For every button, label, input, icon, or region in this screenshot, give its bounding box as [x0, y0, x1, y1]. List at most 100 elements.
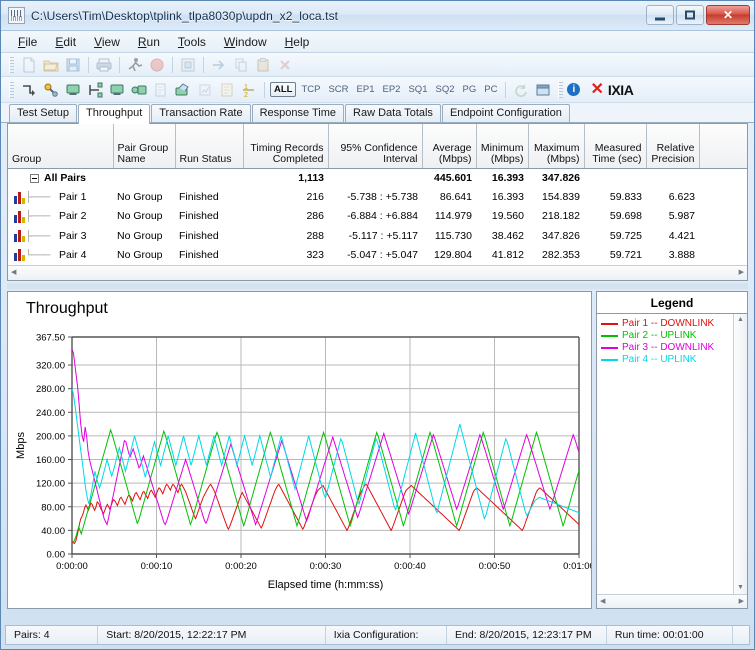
info-icon[interactable]: i	[567, 83, 581, 96]
tab-raw-data-totals[interactable]: Raw Data Totals	[345, 104, 441, 123]
menu-item-edit[interactable]: Edit	[46, 33, 85, 51]
legend-item-0[interactable]: Pair 1 -- DOWNLINK	[601, 318, 733, 330]
maximize-button[interactable]	[676, 5, 704, 25]
table-header-cell-2[interactable]: Run Status	[175, 124, 244, 169]
filter-all[interactable]: ALL	[270, 82, 297, 97]
pair-config-icon[interactable]	[42, 81, 60, 99]
table-header-cell-9[interactable]: Relative Precision	[646, 124, 700, 169]
filter-sq2[interactable]: SQ2	[432, 83, 457, 96]
filter-sq1[interactable]: SQ1	[405, 83, 430, 96]
summary-cell-timing_records: 1,113	[298, 171, 324, 184]
legend-label: Pair 1 -- DOWNLINK	[622, 318, 715, 329]
paste-icon[interactable]	[254, 56, 272, 74]
tab-test-setup[interactable]: Test Setup	[9, 104, 77, 123]
table-header-cell-5[interactable]: Average (Mbps)	[422, 124, 477, 169]
bar-chart-row-icon[interactable]	[14, 210, 25, 223]
menu-item-tools[interactable]: Tools	[169, 33, 215, 51]
toolbar-grip[interactable]	[9, 56, 14, 73]
edit-script-icon[interactable]	[152, 81, 170, 99]
y-tick-label: 320.00	[36, 361, 65, 372]
go-to-icon[interactable]	[210, 56, 228, 74]
table-row[interactable]: ├─── Pair 1 No Group Finished 216 -5.738 : +5…	[8, 188, 747, 207]
summary-cell-relative_precision	[646, 168, 699, 188]
report-icon[interactable]	[218, 81, 236, 99]
table-header-cell-1[interactable]: Pair Group Name	[113, 124, 176, 169]
save-disk-icon[interactable]	[64, 56, 82, 74]
table-row[interactable]: ├─── Pair 3 No Group Finished 288 -5.117 : +5…	[8, 226, 747, 245]
menu-item-help[interactable]: Help	[276, 33, 319, 51]
endpoint2-icon[interactable]	[108, 81, 126, 99]
expander-icon[interactable]	[30, 173, 39, 183]
chart-icon[interactable]	[196, 81, 214, 99]
copy-icon[interactable]	[232, 56, 250, 74]
filter-pg[interactable]: PG	[460, 83, 480, 96]
pair-icon[interactable]	[20, 81, 38, 99]
refresh-icon[interactable]	[512, 81, 530, 99]
table-header-cell-8[interactable]: Measured Time (sec)	[584, 124, 647, 169]
stop-test-icon[interactable]	[148, 56, 166, 74]
legend-panel: Legend Pair 1 -- DOWNLINK Pair 2 -- UPLIN…	[596, 291, 748, 609]
legend-label: Pair 4 -- UPLINK	[622, 354, 697, 365]
toolbar-separator	[505, 81, 507, 98]
bar-chart-row-icon[interactable]	[14, 230, 25, 243]
endpoint1-icon[interactable]	[64, 81, 82, 99]
script-config-icon[interactable]	[174, 81, 192, 99]
toolbar-grip[interactable]	[558, 81, 564, 98]
table-summary-row[interactable]: All Pairs 1,113 445.601 16.393 347.826	[8, 168, 747, 188]
filter-pc[interactable]: PC	[481, 83, 500, 96]
chart-title: Throughput	[26, 300, 108, 317]
table-row[interactable]: └─── Pair 4 No Group Finished 323 -5.047 : +5…	[8, 246, 747, 265]
bar-chart-row-icon[interactable]	[14, 191, 25, 204]
menu-item-file[interactable]: File	[9, 33, 46, 51]
run-test-icon[interactable]	[126, 56, 144, 74]
filter-tcp[interactable]: TCP	[298, 83, 323, 96]
tree-branch-line: ├───	[25, 211, 50, 223]
table-header-cell-0[interactable]: Group	[8, 124, 114, 169]
table-row[interactable]: ├─── Pair 2 No Group Finished 286 -6.884 : +6…	[8, 207, 747, 226]
legend-item-3[interactable]: Pair 4 -- UPLINK	[601, 354, 733, 366]
filter-ep2[interactable]: EP2	[380, 83, 404, 96]
table-header-cell-7[interactable]: Maximum (Mbps)	[528, 124, 585, 169]
scroll-down-icon[interactable]: ▼	[737, 584, 744, 592]
sequence-icon[interactable]: 12	[240, 81, 258, 99]
toolbar-grip[interactable]	[9, 81, 14, 98]
tab-transaction-rate[interactable]: Transaction Rate	[151, 104, 251, 123]
legend-vertical-scrollbar[interactable]: ▲ ▼	[733, 314, 747, 594]
properties-icon[interactable]	[179, 56, 197, 74]
cell-measured_time: 59.721	[609, 248, 642, 261]
filter-ep1[interactable]: EP1	[354, 83, 378, 96]
legend-horizontal-scrollbar[interactable]: ◀ ▶	[597, 594, 747, 608]
scroll-right-icon[interactable]: ▶	[739, 598, 744, 606]
new-document-icon[interactable]	[20, 56, 38, 74]
scroll-right-icon[interactable]: ▶	[739, 269, 744, 277]
table-header-cell-10[interactable]	[699, 124, 747, 169]
tab-endpoint-configuration[interactable]: Endpoint Configuration	[441, 104, 570, 123]
open-folder-icon[interactable]	[42, 56, 60, 74]
network-icon[interactable]	[86, 81, 104, 99]
scroll-up-icon[interactable]: ▲	[737, 316, 744, 324]
menu-item-view[interactable]: View	[85, 33, 129, 51]
table-header-cell-3[interactable]: Timing Records Completed	[243, 124, 329, 169]
panel-splitter[interactable]	[7, 283, 748, 289]
legend-item-1[interactable]: Pair 2 -- UPLINK	[601, 330, 733, 342]
minimize-button[interactable]	[646, 5, 674, 25]
table-header-cell-4[interactable]: 95% Confidence Interval	[328, 124, 423, 169]
table-horizontal-scrollbar[interactable]: ◀ ▶	[8, 265, 747, 280]
table-header-cell-6[interactable]: Minimum (Mbps)	[476, 124, 529, 169]
chart-row: Throughput 0.00 40.00 80.00 120.00 160.00 200…	[7, 291, 748, 609]
toolbar-separator	[119, 56, 120, 73]
legend-item-2[interactable]: Pair 3 -- DOWNLINK	[601, 342, 733, 354]
close-button[interactable]: ✕	[706, 5, 750, 25]
tab-response-time[interactable]: Response Time	[251, 104, 345, 123]
delete-icon[interactable]	[276, 56, 294, 74]
menu-item-run[interactable]: Run	[129, 33, 169, 51]
tab-throughput[interactable]: Throughput	[77, 104, 151, 124]
endpoint-pair-icon[interactable]	[130, 81, 148, 99]
menu-item-window[interactable]: Window	[215, 33, 276, 51]
print-icon[interactable]	[95, 56, 113, 74]
filter-scr[interactable]: SCR	[325, 83, 351, 96]
bar-chart-row-icon[interactable]	[14, 249, 25, 262]
scroll-left-icon[interactable]: ◀	[11, 269, 16, 277]
window-icon[interactable]	[534, 81, 552, 99]
scroll-left-icon[interactable]: ◀	[600, 598, 605, 606]
